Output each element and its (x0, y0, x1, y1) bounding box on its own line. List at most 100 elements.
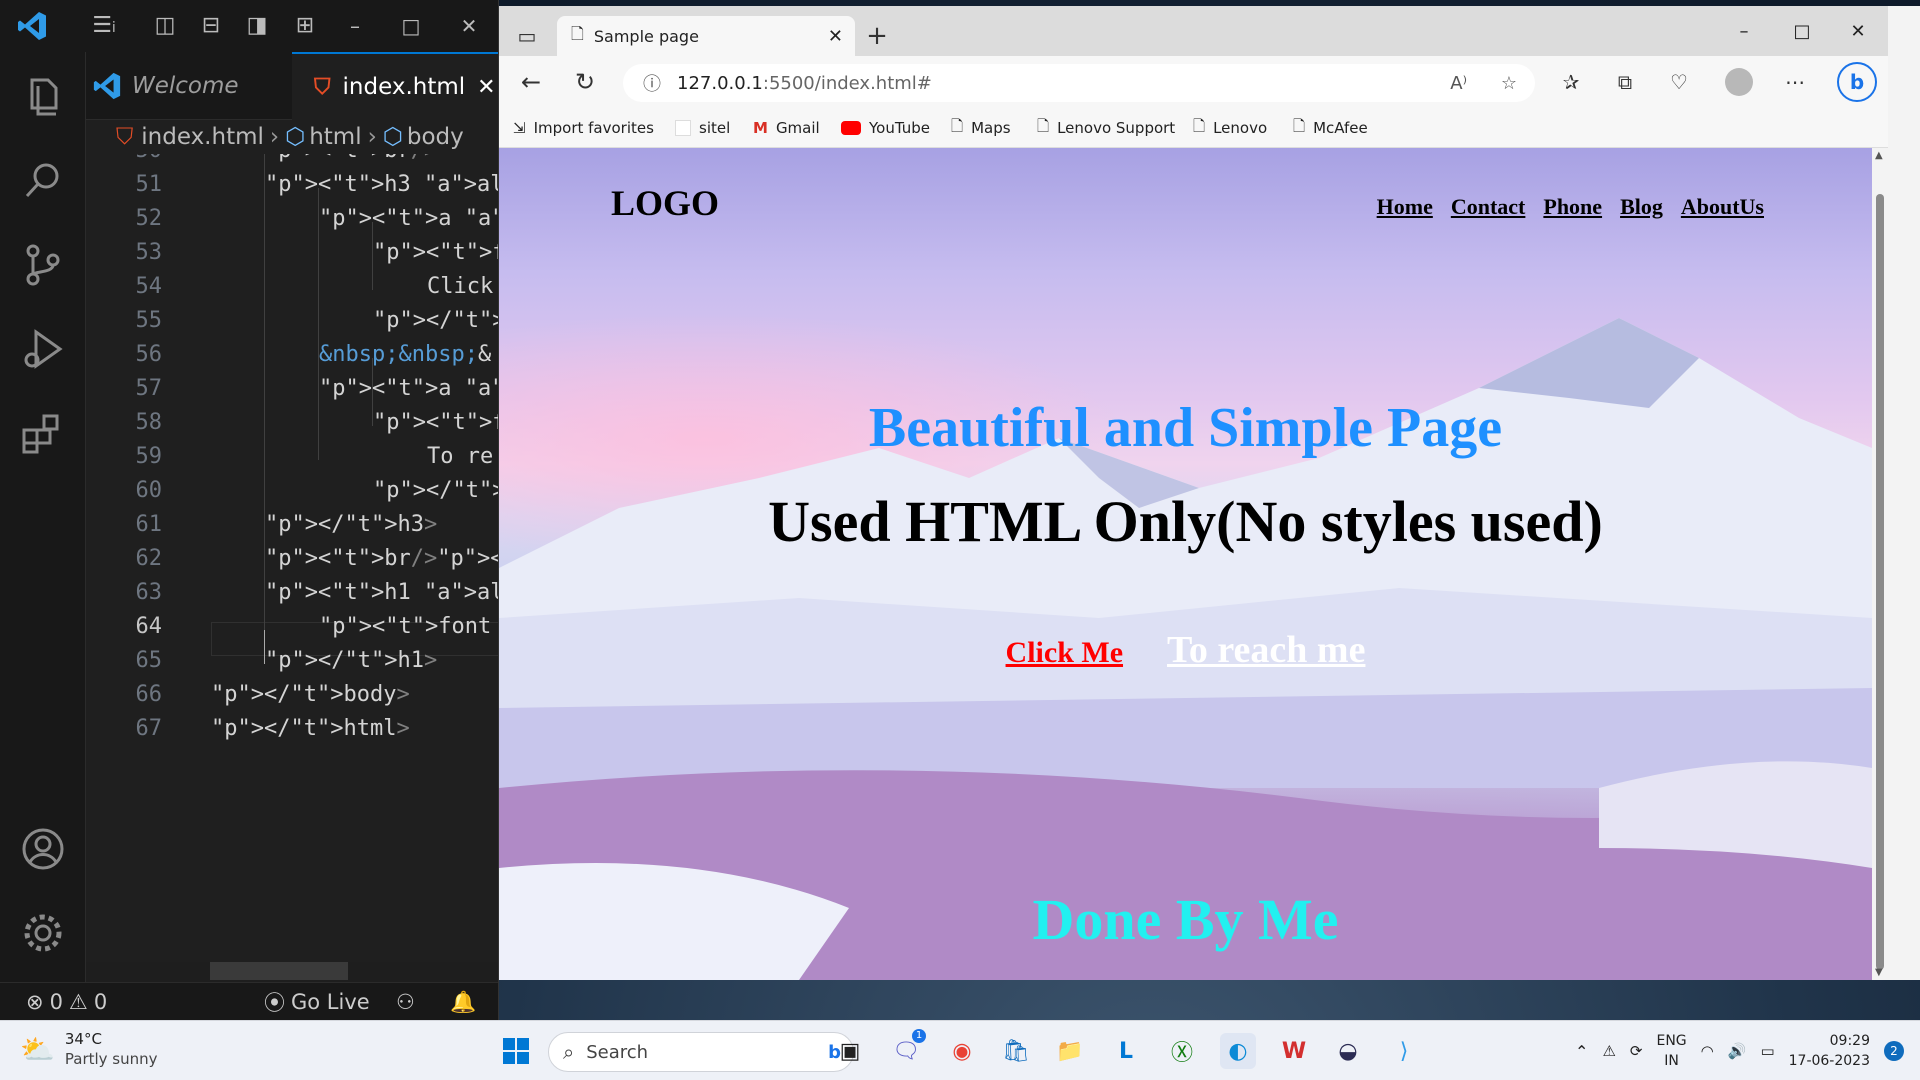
browser-close-icon[interactable]: ✕ (1835, 16, 1881, 46)
minimize-icon[interactable]: – (340, 12, 370, 40)
wps-office-icon[interactable]: W (1276, 1033, 1312, 1069)
notification-badge[interactable]: 2 (1884, 1041, 1904, 1061)
more-options-icon[interactable]: ⋯ (1777, 64, 1813, 100)
profile-avatar-icon[interactable] (1721, 64, 1757, 100)
fav-lenovo-support[interactable]: 🗋 Lenovo Support (1037, 116, 1175, 140)
code-line[interactable]: 53 "p"><"t">font fac (86, 236, 499, 270)
explorer-icon[interactable] (18, 70, 68, 120)
browser-minimize-icon[interactable]: – (1721, 16, 1767, 46)
code-line[interactable]: 61 "p"></"t">h3> (86, 508, 498, 542)
tab-close-icon[interactable]: ✕ (828, 26, 843, 47)
code-line[interactable]: 60 "p"></"t">font></ (86, 474, 499, 508)
code-line[interactable]: 57 "p"><"t">a "a">href="#"> (86, 372, 499, 406)
code-line[interactable]: 50 "p"><"t">br/> (86, 154, 498, 168)
input-language[interactable]: ENG IN (1656, 1031, 1686, 1071)
microsoft-store-icon[interactable]: 🛍 (998, 1033, 1034, 1069)
code-editor[interactable]: 50 "p"><"t">br/> 51 "p"><"t">h3 "a">align="… (86, 154, 499, 962)
toggle-panel-icon[interactable]: ⊟ (198, 14, 224, 38)
code-line[interactable]: 67 "p"></"t">html> (86, 712, 498, 746)
code-line[interactable]: 54 Click (86, 270, 498, 304)
code-line[interactable]: 55 "p"></"t">font></ (86, 304, 499, 338)
vertical-scrollbar[interactable]: ▲ ▼ (1872, 148, 1888, 980)
address-bar[interactable]: ⓘ 127.0.0.1:5500/index.html# A⁾ ☆ (623, 64, 1535, 102)
nav-link-contact[interactable]: Contact (1451, 194, 1526, 220)
code-line[interactable]: 59 To re (86, 440, 498, 474)
wifi-icon[interactable]: ◠ (1701, 1042, 1714, 1060)
browser-maximize-icon[interactable]: □ (1779, 16, 1825, 46)
security-warning-icon[interactable]: ⚠ (1602, 1042, 1615, 1060)
volume-icon[interactable]: 🔊 (1728, 1042, 1747, 1060)
chrome-icon[interactable]: ◉ (944, 1033, 980, 1069)
file-explorer-icon[interactable]: 📁 (1052, 1033, 1088, 1069)
taskbar-search-box[interactable]: ⌕ Search b (548, 1032, 854, 1072)
fav-gmail[interactable]: M Gmail (753, 116, 820, 140)
fav-sitel[interactable]: sitel (675, 116, 730, 140)
code-line[interactable]: 66 "p"></"t">body> (86, 678, 498, 712)
go-live-button[interactable]: ⦿ Go Live (264, 989, 370, 1015)
nav-link-phone[interactable]: Phone (1543, 194, 1602, 220)
lenovo-vantage-icon[interactable]: L (1108, 1033, 1144, 1069)
code-line[interactable]: 64 "p"><"t">font "a">face="L (86, 610, 498, 644)
settings-gear-icon[interactable] (18, 908, 68, 958)
customize-layout-icon[interactable]: ⊞ (292, 14, 318, 38)
problems-indicator[interactable]: ⊗ 0 ⚠ 0 (26, 989, 107, 1015)
back-arrow-icon[interactable]: ← (513, 64, 549, 100)
browser-essentials-icon[interactable]: ♡ (1661, 64, 1697, 100)
clock[interactable]: 09:29 17-06-2023 (1789, 1031, 1870, 1071)
scrollbar-thumb[interactable] (1876, 194, 1884, 970)
fav-import-favorites[interactable]: ⇲ Import favorites (513, 116, 654, 140)
fav-youtube[interactable]: YouTube (841, 116, 930, 140)
nav-link-blog[interactable]: Blog (1620, 194, 1663, 220)
chevron-up-icon[interactable]: ⌃ (1575, 1042, 1588, 1061)
nav-link-home[interactable]: Home (1377, 194, 1433, 220)
fav-maps[interactable]: 🗋 Maps (951, 116, 1011, 140)
xbox-icon[interactable]: Ⓧ (1164, 1033, 1200, 1069)
task-view-icon[interactable]: ▣ (832, 1033, 868, 1069)
site-info-icon[interactable]: ⓘ (643, 70, 661, 96)
code-line[interactable]: 56 &nbsp;&nbsp;& (86, 338, 498, 372)
code-line[interactable]: 63 "p"><"t">h1 "a">align="center (86, 576, 499, 610)
tab-close-icon[interactable]: ✕ (477, 75, 495, 100)
favorite-star-icon[interactable]: ☆ (1501, 73, 1517, 94)
toggle-secondary-sidebar-icon[interactable]: ◨ (244, 14, 270, 38)
code-line[interactable]: 51 "p"><"t">h3 "a">align="center (86, 168, 499, 202)
tab-index-html[interactable]: ⛉ index.html ✕ (292, 52, 498, 120)
breadcrumb-item-body[interactable]: body (407, 124, 464, 150)
battery-icon[interactable]: ▭ (1760, 1042, 1774, 1060)
code-line[interactable]: 52 "p"><"t">a "a">href="#"> (86, 202, 499, 236)
vscode-taskbar-icon[interactable]: ⟩ (1386, 1033, 1422, 1069)
accounts-icon[interactable] (18, 824, 68, 874)
run-and-debug-icon[interactable] (18, 324, 68, 374)
eclipse-icon[interactable]: ◒ (1330, 1033, 1366, 1069)
weather-widget[interactable]: ⛅ 34°C Partly sunny (20, 1029, 158, 1069)
search-icon[interactable] (18, 156, 68, 206)
new-tab-icon[interactable]: + (859, 18, 895, 54)
tab-welcome[interactable]: Welcome (86, 52, 292, 120)
scroll-down-icon[interactable]: ▼ (1875, 967, 1883, 978)
scroll-up-icon[interactable]: ▲ (1875, 150, 1883, 161)
feedback-icon[interactable]: ⚇ (396, 989, 415, 1015)
teams-chat-icon[interactable]: 🗨 1 (888, 1029, 926, 1069)
extensions-icon[interactable] (18, 408, 68, 458)
horizontal-scrollbar[interactable] (210, 962, 348, 980)
click-me-link[interactable]: Click Me (1006, 636, 1123, 669)
close-icon[interactable]: ✕ (454, 12, 484, 40)
maximize-icon[interactable]: □ (396, 12, 426, 40)
code-line[interactable]: 58 "p"><"t">font fac (86, 406, 499, 440)
nav-link-aboutus[interactable]: AboutUs (1681, 194, 1764, 220)
edge-icon[interactable]: ◐ (1220, 1033, 1256, 1069)
tab-actions-icon[interactable]: ▭ (509, 18, 545, 54)
browser-tab-sample-page[interactable]: 🗋 Sample page ✕ (557, 16, 855, 56)
read-aloud-icon[interactable]: A⁾ (1450, 73, 1467, 94)
sync-icon[interactable]: ⟳ (1630, 1042, 1643, 1060)
code-line[interactable]: 62 "p"><"t">br/>"p"><"t">br/>"p"><"t">br/… (86, 542, 499, 576)
source-control-icon[interactable] (18, 240, 68, 290)
collections-icon[interactable]: ⧉ (1607, 64, 1643, 100)
breadcrumb-item-file[interactable]: index.html (141, 124, 264, 150)
code-line[interactable]: 65 "p"></"t">h1> (86, 644, 498, 678)
fav-mcafee[interactable]: 🗋 McAfee (1293, 116, 1368, 140)
toggle-primary-sidebar-icon[interactable]: ◫ (152, 14, 178, 38)
fav-lenovo[interactable]: 🗋 Lenovo (1193, 116, 1267, 140)
refresh-icon[interactable]: ↻ (567, 64, 603, 100)
bing-copilot-icon[interactable]: b (1837, 62, 1877, 102)
